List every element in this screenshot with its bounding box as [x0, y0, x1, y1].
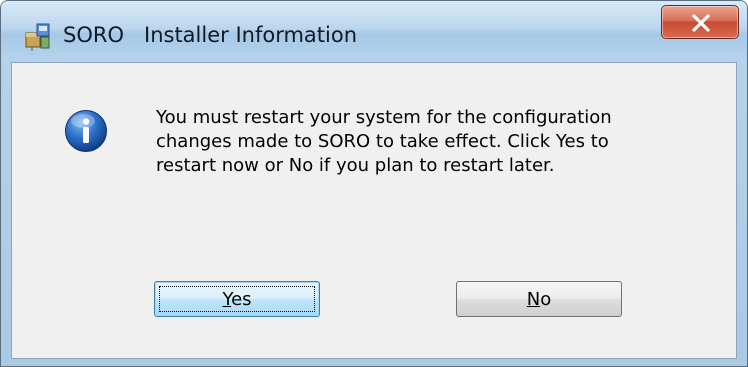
- yes-button-label: Yes: [222, 288, 252, 310]
- close-button[interactable]: [661, 5, 739, 39]
- no-button-label: No: [526, 288, 552, 310]
- installer-package-icon: [23, 21, 53, 51]
- window-title: SORO Installer Information: [63, 23, 358, 47]
- dialog-message: You must restart your system for the con…: [156, 107, 612, 176]
- dialog-window: SORO Installer Information You must rest…: [0, 0, 748, 367]
- title-bar[interactable]: SORO Installer Information: [1, 1, 747, 61]
- close-icon: [692, 14, 710, 32]
- yes-button[interactable]: Yes: [154, 281, 320, 317]
- information-icon: [64, 109, 108, 153]
- dialog-content: You must restart your system for the con…: [11, 62, 737, 359]
- no-button[interactable]: No: [456, 281, 622, 317]
